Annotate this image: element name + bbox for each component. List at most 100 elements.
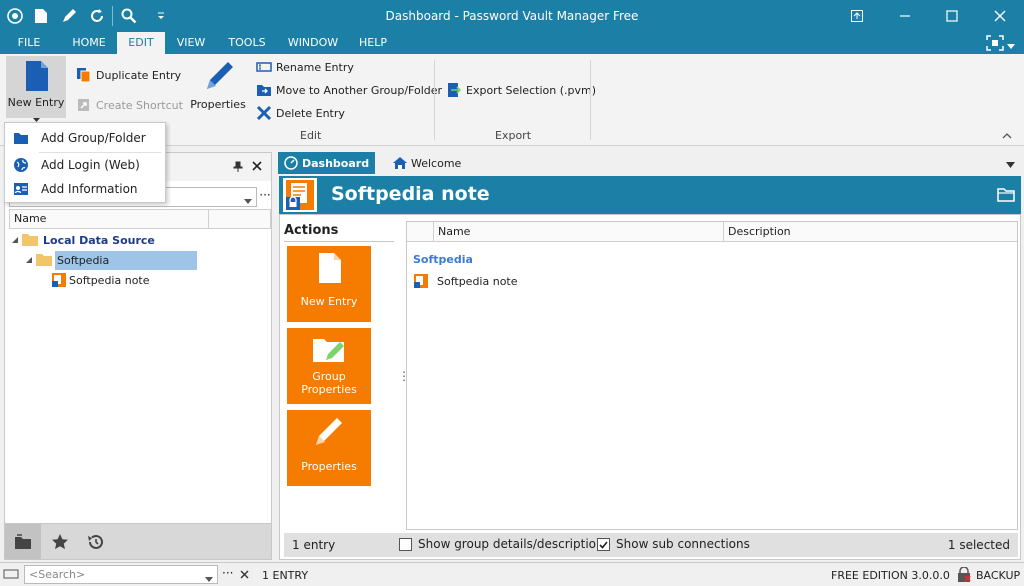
show-sub-connections-checkbox[interactable]: [597, 538, 610, 551]
show-group-details-label: Show group details/description: [418, 537, 604, 551]
menu-item-add-information[interactable]: Add Information: [5, 177, 165, 201]
new-entry-tile[interactable]: New Entry: [287, 246, 371, 322]
tabs-dropdown-icon[interactable]: [1006, 158, 1015, 171]
name-column-header[interactable]: Name: [9, 209, 271, 229]
menu-tab-window[interactable]: WINDOW: [282, 32, 344, 54]
id-card-icon: [13, 181, 29, 197]
maximize-icon[interactable]: [940, 4, 964, 28]
ribbon-group-separator: [434, 60, 435, 140]
properties-label: Properties: [190, 98, 246, 111]
column-divider: [208, 210, 209, 228]
menu-tab-edit[interactable]: EDIT: [117, 32, 165, 54]
tab-label: Dashboard: [302, 156, 370, 170]
menu-bar: FILE HOME EDIT VIEW TOOLS WINDOW HELP: [0, 32, 1024, 54]
actions-divider: [284, 241, 394, 242]
collapse-ribbon-icon[interactable]: [1002, 130, 1012, 143]
menu-item-label: Add Information: [41, 182, 138, 196]
new-entry-label: New Entry: [7, 96, 65, 109]
folder-icon: [36, 254, 52, 266]
export-selection-button[interactable]: Export Selection (.pvm): [446, 80, 596, 100]
edition-label: FREE EDITION 3.0.0.0: [831, 569, 950, 582]
duplicate-entry-button[interactable]: Duplicate Entry: [76, 65, 181, 85]
tree-root-label: Local Data Source: [43, 233, 155, 247]
new-entry-button[interactable]: New Entry: [6, 56, 66, 122]
menu-item-add-login-web[interactable]: Add Login (Web): [5, 153, 165, 177]
move-folder-icon: [256, 82, 272, 98]
history-icon[interactable]: [87, 533, 105, 554]
delete-entry-button[interactable]: Delete Entry: [256, 103, 345, 123]
backup-label: BACKUP: [976, 568, 1021, 582]
new-document-icon: [25, 60, 49, 95]
entries-list: Name Description Softpedia Softpedia not…: [406, 221, 1018, 530]
pencil-icon: [313, 416, 345, 451]
delete-x-icon: [256, 105, 272, 121]
folder-edit-icon: [312, 336, 346, 367]
group-properties-tile[interactable]: Group Properties: [287, 328, 371, 404]
navigation-tab-button[interactable]: [5, 524, 41, 559]
tree-node-folder[interactable]: Softpedia: [25, 250, 207, 270]
rename-icon: [256, 59, 272, 75]
list-header: Name Description: [407, 222, 1017, 242]
delete-entry-label: Delete Entry: [276, 106, 345, 120]
export-group-label: Export: [495, 129, 532, 142]
menu-tab-home[interactable]: HOME: [66, 32, 112, 54]
panel-bottom-toolbar: [5, 523, 271, 559]
tile-label-line1: Group: [312, 370, 346, 383]
export-icon: [446, 82, 462, 98]
clear-search-icon[interactable]: [240, 569, 249, 582]
status-bar: <Search> ··· 1 ENTRY FREE EDITION 3.0.0.…: [0, 562, 1024, 586]
minimize-icon[interactable]: [893, 4, 917, 28]
entry-note-icon: [283, 178, 317, 212]
menu-item-add-group-folder[interactable]: Add Group/Folder: [5, 126, 165, 150]
group-header: Softpedia: [413, 253, 473, 266]
folder-icon: [22, 234, 38, 246]
move-entry-button[interactable]: Move to Another Group/Folder: [256, 80, 442, 100]
backup-button[interactable]: BACKUP: [956, 567, 1020, 583]
properties-button[interactable]: Properties: [188, 56, 248, 118]
tree-node-entry[interactable]: Softpedia note: [51, 270, 150, 290]
column-divider: [723, 222, 724, 242]
close-icon[interactable]: [988, 4, 1012, 28]
star-icon[interactable]: [51, 533, 69, 554]
list-item[interactable]: Softpedia note: [413, 272, 518, 290]
pencil-icon: [204, 60, 234, 95]
menu-item-label: Add Group/Folder: [41, 131, 146, 145]
dashboard-header: Softpedia note: [279, 176, 1021, 214]
show-sub-connections-label: Show sub connections: [616, 537, 750, 551]
menu-tab-file[interactable]: FILE: [8, 32, 50, 54]
tile-label: Properties: [301, 460, 357, 473]
close-panel-icon[interactable]: [252, 161, 262, 174]
edit-group-label: Edit: [300, 129, 322, 142]
search-input[interactable]: <Search>: [24, 565, 218, 584]
description-column-header[interactable]: Description: [728, 225, 791, 238]
show-group-details-checkbox[interactable]: [399, 538, 412, 551]
expand-triangle-icon: [12, 237, 18, 243]
expand-triangle-icon: [26, 257, 32, 263]
search-options-icon[interactable]: [3, 567, 19, 584]
list-item-label: Softpedia note: [437, 274, 518, 288]
pin-icon[interactable]: [233, 161, 243, 176]
duplicate-entry-label: Duplicate Entry: [96, 68, 182, 82]
menu-tab-tools[interactable]: TOOLS: [222, 32, 272, 54]
open-folder-icon[interactable]: [997, 187, 1015, 206]
backup-icon: [958, 567, 971, 582]
fullscreen-icon[interactable]: [986, 35, 1004, 51]
folders-icon: [15, 533, 31, 549]
properties-tile[interactable]: Properties: [287, 410, 371, 486]
fullscreen-dropdown-icon[interactable]: [1007, 40, 1015, 49]
rename-entry-button[interactable]: Rename Entry: [256, 57, 354, 77]
more-options-icon[interactable]: ···: [259, 187, 271, 207]
tab-dashboard[interactable]: Dashboard: [278, 152, 376, 174]
export-selection-label: Export Selection (.pvm): [466, 83, 596, 97]
more-options-icon[interactable]: ···: [222, 566, 233, 580]
new-document-icon: [318, 252, 342, 287]
move-entry-label: Move to Another Group/Folder: [276, 83, 443, 97]
menu-tab-view[interactable]: VIEW: [170, 32, 212, 54]
dashboard-title: Softpedia note: [331, 183, 490, 205]
menu-tab-help[interactable]: HELP: [354, 32, 392, 54]
tab-welcome[interactable]: Welcome: [386, 152, 467, 174]
restore-to-top-icon[interactable]: [845, 4, 869, 28]
tree-node-root[interactable]: Local Data Source: [11, 230, 155, 250]
name-column-header[interactable]: Name: [438, 225, 470, 238]
create-shortcut-button[interactable]: Create Shortcut: [76, 95, 183, 115]
